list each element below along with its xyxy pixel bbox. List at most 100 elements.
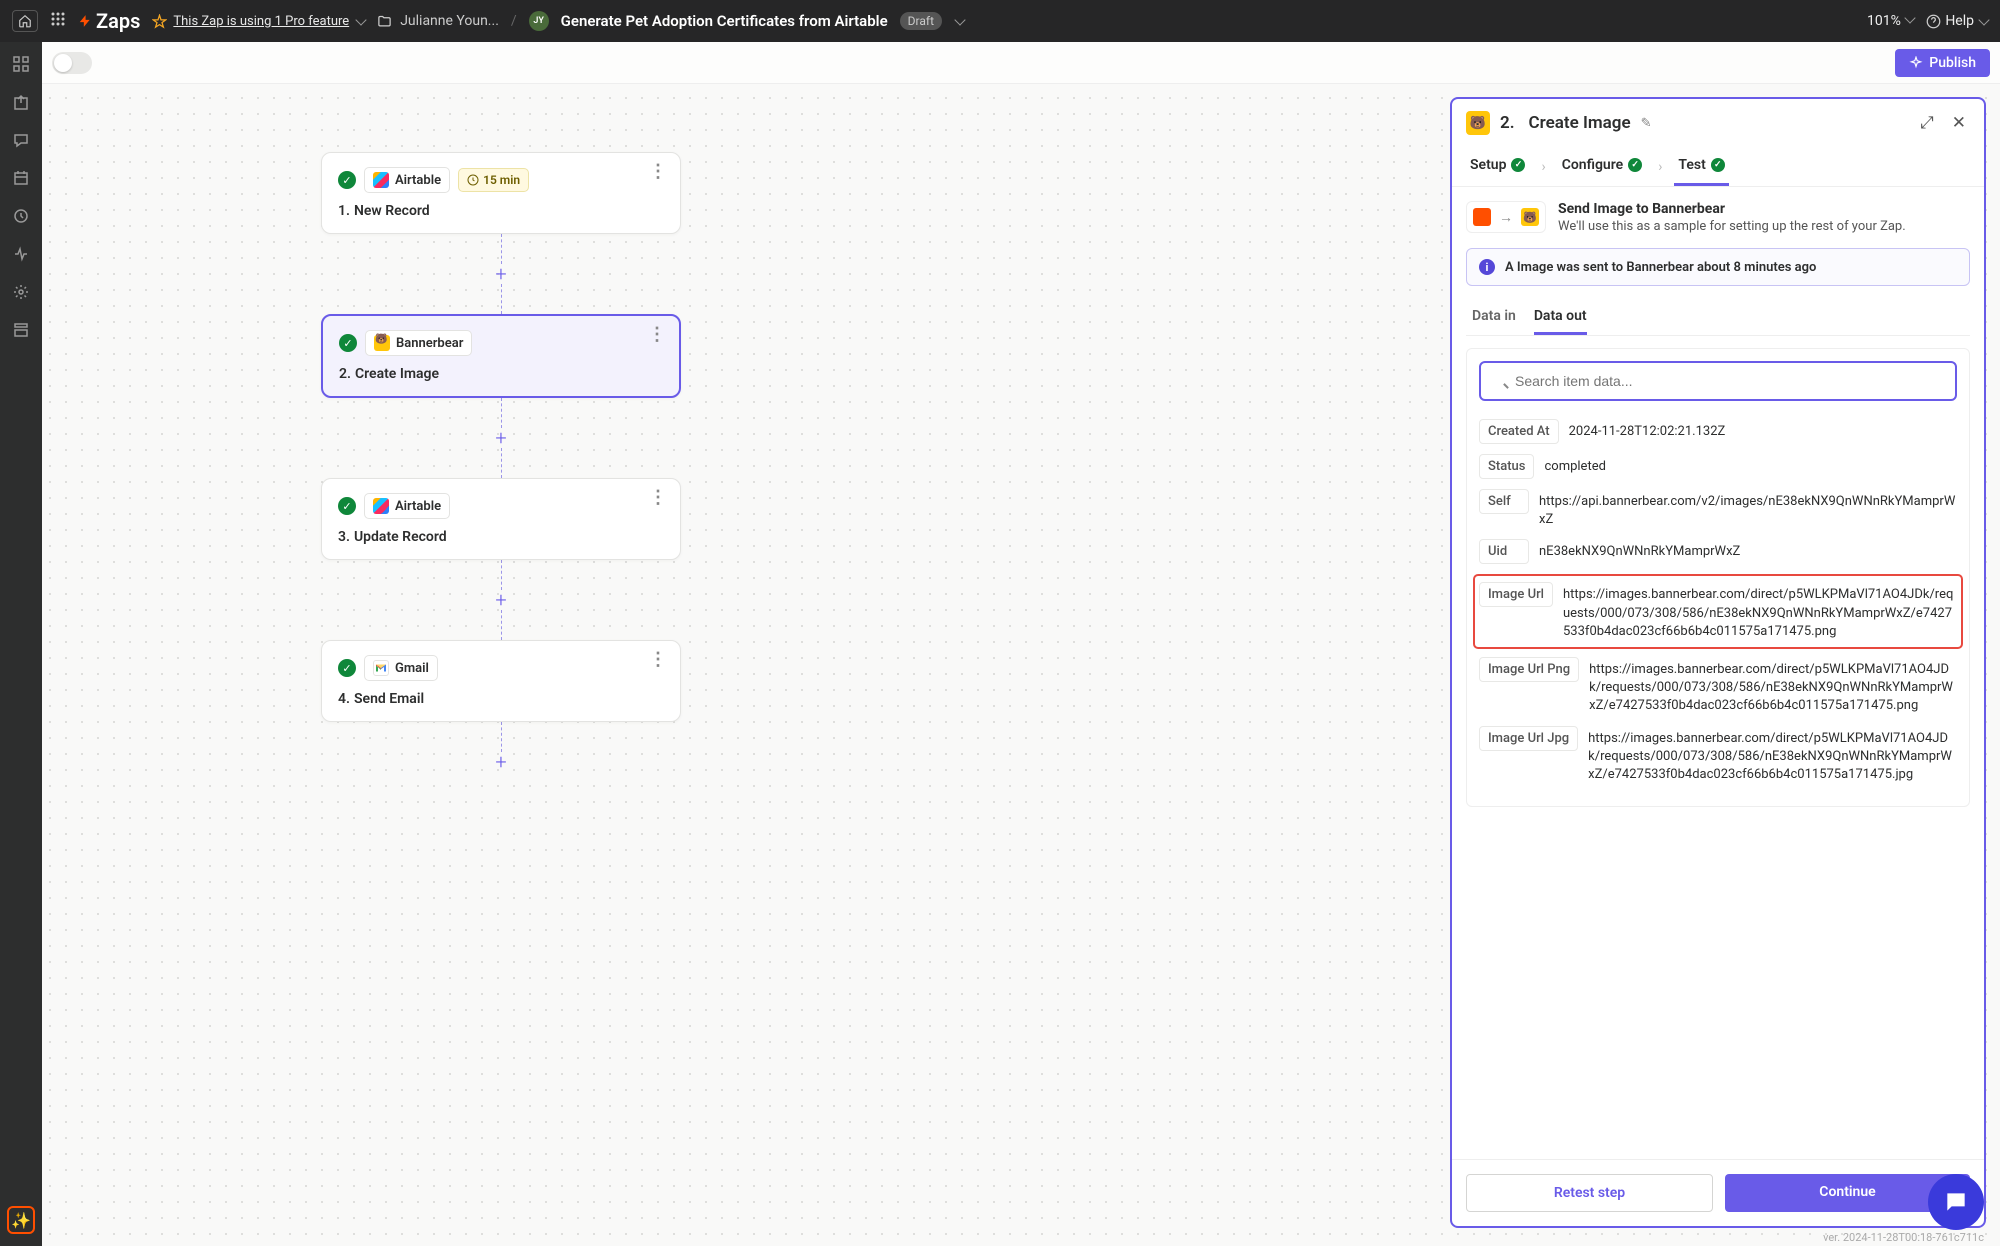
step-card-4[interactable]: ⋮ ✓ Gmail 4.Send Email	[321, 640, 681, 722]
chat-button[interactable]	[1928, 1174, 1984, 1230]
panel-title: Create Image	[1529, 113, 1631, 133]
edit-icon[interactable]: ✎	[1641, 116, 1652, 131]
chevron-down-icon	[1978, 14, 1989, 25]
app-badge-airtable: Airtable	[364, 167, 450, 193]
check-icon: ✓	[1628, 158, 1642, 172]
zap-enable-toggle[interactable]	[52, 52, 92, 74]
calendar-icon[interactable]	[11, 168, 31, 188]
publish-button[interactable]: Publish	[1895, 49, 1990, 77]
activity-icon[interactable]	[11, 244, 31, 264]
details-icon[interactable]	[11, 320, 31, 340]
results-box: Created At 2024-11-28T12:02:21.132Z Stat…	[1466, 348, 1970, 807]
tab-setup[interactable]: Setup✓	[1466, 147, 1529, 186]
bannerbear-icon: 🐻	[1466, 111, 1490, 135]
settings-icon[interactable]	[11, 282, 31, 302]
retest-button[interactable]: Retest step	[1466, 1174, 1713, 1212]
version-text: ver. 2024-11-28T00:18-761c711c	[1823, 1231, 1984, 1244]
add-step-button[interactable]: +	[491, 752, 511, 772]
ai-assistant-button[interactable]: ✨	[7, 1206, 35, 1234]
step-editor-panel: 🐻 2. Create Image ✎ ⤢ ✕ Setup✓ › Configu…	[1450, 97, 1986, 1228]
draft-badge: Draft	[900, 12, 942, 30]
avatar: JY	[529, 11, 549, 31]
zapier-icon	[1473, 208, 1491, 226]
help-link[interactable]: Help	[1926, 13, 1988, 29]
check-icon: ✓	[339, 334, 357, 352]
step-card-3[interactable]: ⋮ ✓ Airtable 3.Update Record	[321, 478, 681, 560]
canvas-toolbar: Publish	[42, 42, 2000, 84]
data-row-uid[interactable]: Uid nE38ekNX9QnWNnRkYMamprWxZ	[1479, 539, 1957, 564]
zap-title[interactable]: Generate Pet Adoption Certificates from …	[561, 12, 888, 30]
data-row-created-at[interactable]: Created At 2024-11-28T12:02:21.132Z	[1479, 419, 1957, 444]
step-menu-button[interactable]: ⋮	[649, 167, 666, 177]
expand-icon[interactable]: ⤢	[1916, 113, 1938, 133]
apps-grid-icon[interactable]	[50, 11, 66, 31]
tab-data-out[interactable]: Data out	[1534, 300, 1587, 335]
tab-data-in[interactable]: Data in	[1472, 300, 1516, 335]
home-button[interactable]	[12, 10, 38, 32]
data-row-self[interactable]: Self https://api.bannerbear.com/v2/image…	[1479, 489, 1957, 529]
export-icon[interactable]	[11, 92, 31, 112]
app-badge-gmail: Gmail	[364, 655, 438, 681]
add-step-button[interactable]: +	[491, 428, 511, 448]
zaps-logo[interactable]: Zaps	[78, 9, 140, 33]
chevron-right-icon: ›	[1541, 159, 1545, 175]
check-icon: ✓	[338, 659, 356, 677]
check-icon: ✓	[1511, 158, 1525, 172]
close-icon[interactable]: ✕	[1948, 113, 1970, 133]
step-menu-button[interactable]: ⋮	[649, 655, 666, 665]
bannerbear-icon: 🐻	[1521, 208, 1539, 226]
chevron-right-icon: ›	[1658, 159, 1662, 175]
data-row-status[interactable]: Status completed	[1479, 454, 1957, 479]
star-icon	[152, 14, 167, 29]
panel-tabs: Setup✓ › Configure✓ › Test✓	[1452, 147, 1984, 187]
chevron-down-icon[interactable]	[954, 14, 965, 25]
gmail-icon	[373, 660, 389, 676]
canvas[interactable]: Publish ⋮ ✓ Airtable 15 min 1.New Record…	[42, 42, 2000, 1246]
top-header: Zaps This Zap is using 1 Pro feature Jul…	[0, 0, 2000, 42]
tab-test[interactable]: Test✓	[1674, 147, 1728, 186]
info-icon: i	[1479, 259, 1495, 275]
arrow-right-icon: →	[1499, 209, 1513, 226]
check-icon: ✓	[338, 171, 356, 189]
clock-icon	[467, 174, 479, 186]
check-icon: ✓	[1711, 158, 1725, 172]
bolt-icon	[78, 12, 92, 30]
step-card-2[interactable]: ⋮ ✓ Bannerbear 2.Create Image	[321, 314, 681, 398]
step-menu-button[interactable]: ⋮	[648, 330, 665, 340]
polling-time-badge: 15 min	[458, 168, 529, 192]
data-row-image-url-jpg[interactable]: Image Url Jpg https://images.bannerbear.…	[1479, 726, 1957, 785]
chevron-down-icon	[356, 14, 367, 25]
add-step-button[interactable]: +	[491, 590, 511, 610]
sparkle-icon	[1909, 56, 1923, 70]
info-banner: i A Image was sent to Bannerbear about 8…	[1466, 248, 1970, 286]
send-heading: Send Image to Bannerbear	[1558, 201, 1906, 217]
chevron-down-icon	[1905, 12, 1916, 23]
app-badge-bannerbear: Bannerbear	[365, 330, 472, 356]
chat-icon	[1943, 1189, 1969, 1215]
airtable-icon	[373, 498, 389, 514]
add-step-button[interactable]: +	[491, 264, 511, 284]
step-card-1[interactable]: ⋮ ✓ Airtable 15 min 1.New Record	[321, 152, 681, 234]
data-row-image-url[interactable]: Image Url https://images.bannerbear.com/…	[1473, 574, 1963, 649]
panel-step-number: 2.	[1500, 113, 1515, 133]
check-icon: ✓	[338, 497, 356, 515]
path-separator: /	[511, 13, 517, 29]
search-input[interactable]	[1479, 361, 1957, 401]
pro-feature-link[interactable]: This Zap is using 1 Pro feature	[152, 14, 365, 29]
step-menu-button[interactable]: ⋮	[649, 493, 666, 503]
breadcrumb[interactable]: Julianne Youn...	[377, 13, 499, 29]
left-rail: ✨	[0, 42, 42, 1246]
app-badge-airtable: Airtable	[364, 493, 450, 519]
bannerbear-icon	[374, 335, 390, 351]
zoom-level[interactable]: 101%	[1867, 13, 1914, 29]
app-flow-icons: → 🐻	[1466, 201, 1546, 233]
folder-icon	[377, 14, 392, 29]
comment-icon[interactable]	[11, 130, 31, 150]
data-row-image-url-png[interactable]: Image Url Png https://images.bannerbear.…	[1479, 657, 1957, 716]
history-icon[interactable]	[11, 206, 31, 226]
send-description: We'll use this as a sample for setting u…	[1558, 219, 1906, 234]
airtable-icon	[373, 172, 389, 188]
tab-configure[interactable]: Configure✓	[1558, 147, 1646, 186]
grid-icon[interactable]	[11, 54, 31, 74]
help-icon	[1926, 14, 1941, 29]
